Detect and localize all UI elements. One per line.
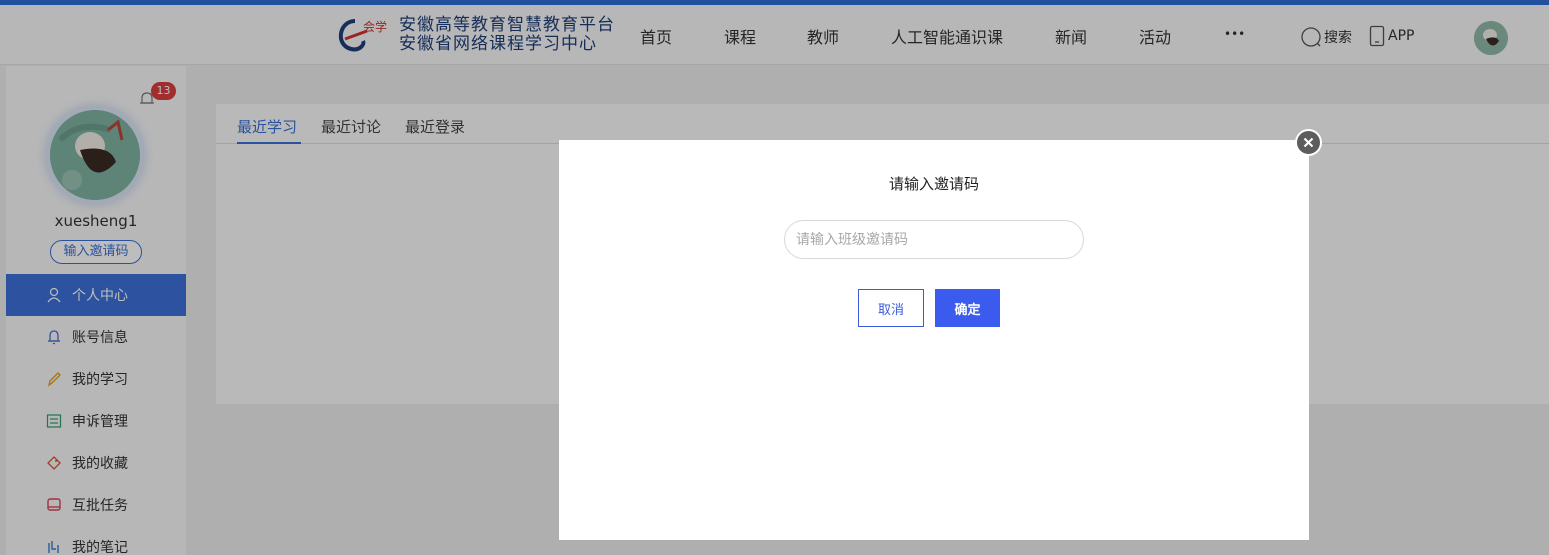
class-invite-code-input[interactable] (784, 220, 1084, 259)
close-icon (1303, 137, 1314, 148)
close-dialog-button[interactable] (1295, 129, 1322, 156)
cancel-button[interactable]: 取消 (858, 289, 924, 327)
dialog-title: 请输入邀请码 (888, 175, 979, 193)
invite-code-dialog: 请输入邀请码 取消 确定 (559, 140, 1309, 540)
confirm-button[interactable]: 确定 (935, 289, 1000, 327)
